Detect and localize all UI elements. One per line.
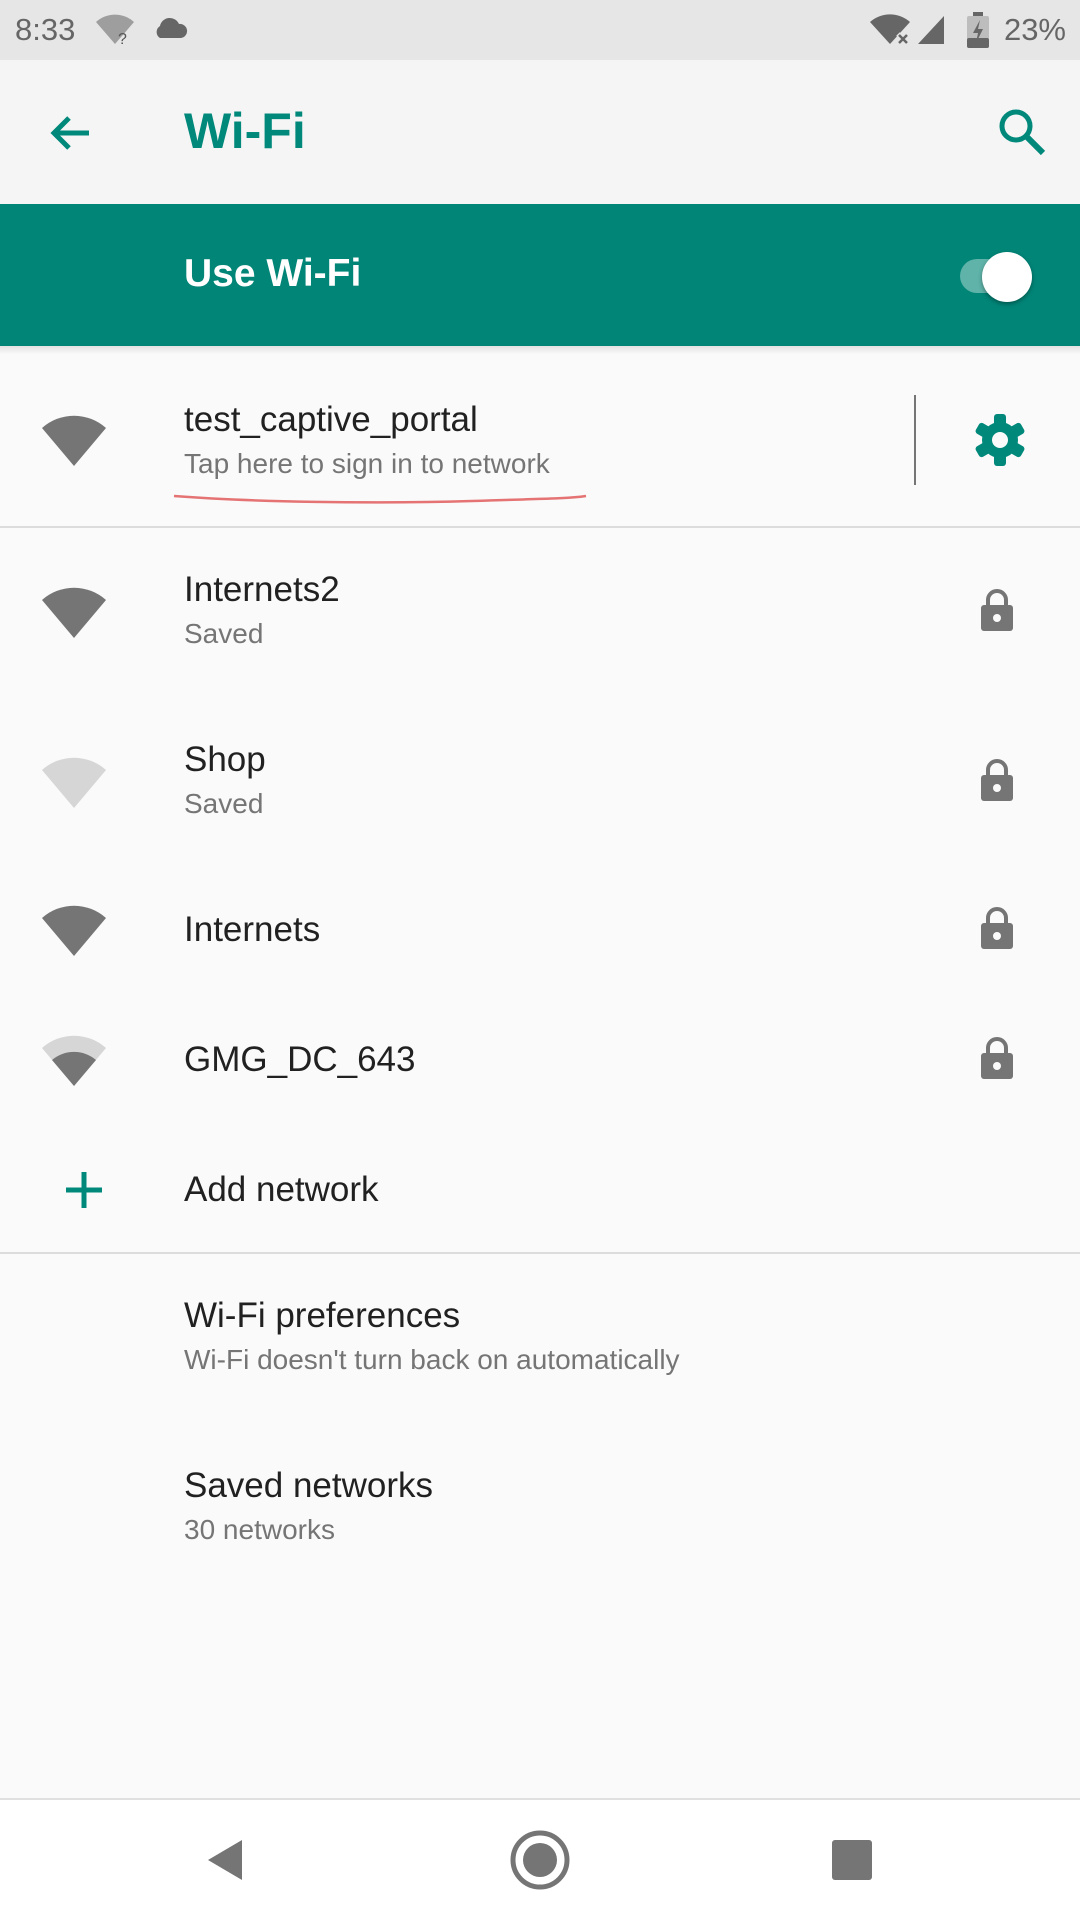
network-name: Shop <box>184 740 266 779</box>
cloud-icon <box>156 17 188 38</box>
switch-bar-shadow <box>0 346 1080 354</box>
nav-home-icon <box>510 1830 570 1890</box>
wifi-signal-weak-icon <box>42 757 106 808</box>
network-name: GMG_DC_643 <box>184 1040 416 1079</box>
use-wifi-label: Use Wi-Fi <box>184 252 362 295</box>
add-network-row[interactable]: Add network <box>0 1120 1080 1250</box>
plus-icon <box>66 1172 102 1208</box>
cell-signal-icon <box>918 16 944 44</box>
lock-icon <box>981 759 1013 801</box>
nav-back-button[interactable] <box>186 1820 266 1900</box>
arrow-back-icon <box>50 116 89 150</box>
navigation-bar <box>0 1798 1080 1920</box>
wifi-preferences-title: Wi-Fi preferences <box>184 1296 461 1335</box>
nav-recents-icon <box>832 1840 872 1880</box>
wifi-signal-full-icon <box>42 415 106 466</box>
wifi-preferences-summary: Wi-Fi doesn't turn back on automatically <box>184 1344 680 1375</box>
saved-networks-title: Saved networks <box>184 1466 434 1505</box>
search-icon <box>999 109 1046 156</box>
status-bar: 8:33 ? 23% <box>0 0 1080 60</box>
nav-back-icon <box>208 1840 242 1880</box>
app-bar: Wi-Fi <box>0 60 1080 204</box>
search-button[interactable] <box>990 100 1054 164</box>
wifi-signal-full-icon <box>42 587 106 638</box>
svg-text:?: ? <box>118 31 127 46</box>
saved-networks-row[interactable]: Saved networks 30 networks <box>0 1426 1080 1596</box>
section-divider <box>0 1252 1080 1254</box>
saved-networks-summary: 30 networks <box>184 1514 335 1545</box>
network-summary: Saved <box>184 618 264 649</box>
network-row[interactable]: Internets2 Saved <box>0 530 1080 700</box>
network-name: Internets2 <box>184 570 340 609</box>
wifi-signal-medium-icon <box>42 1035 106 1086</box>
network-summary: Saved <box>184 788 264 819</box>
network-name: test_captive_portal <box>184 400 478 439</box>
use-wifi-switch-bar[interactable]: Use Wi-Fi <box>0 204 1080 346</box>
network-row[interactable]: Internets <box>0 870 1080 990</box>
battery-percent: 23% <box>1003 12 1066 47</box>
lock-icon <box>981 907 1013 949</box>
gear-icon <box>975 414 1025 466</box>
network-row[interactable]: GMG_DC_643 <box>0 990 1080 1120</box>
wifi-unknown-icon: ? <box>96 14 134 46</box>
wifi-no-internet-icon <box>870 14 910 46</box>
network-name: Internets <box>184 910 321 949</box>
battery-charging-icon <box>967 12 989 48</box>
status-time: 8:33 <box>15 12 76 47</box>
network-summary: Tap here to sign in to network <box>184 448 550 479</box>
add-network-label: Add network <box>184 1170 379 1209</box>
lock-icon <box>981 1037 1013 1079</box>
page-title: Wi-Fi <box>184 103 306 159</box>
toggle-thumb[interactable] <box>982 252 1032 302</box>
annotation-underline <box>173 494 587 504</box>
vertical-divider <box>914 395 916 485</box>
nav-home-button[interactable] <box>500 1820 580 1900</box>
nav-recents-button[interactable] <box>812 1820 892 1900</box>
network-settings-button[interactable] <box>940 404 1060 476</box>
wifi-preferences-row[interactable]: Wi-Fi preferences Wi-Fi doesn't turn bac… <box>0 1256 1080 1426</box>
lock-icon <box>981 589 1013 631</box>
network-row[interactable]: Shop Saved <box>0 700 1080 870</box>
back-button[interactable] <box>40 102 102 164</box>
wifi-signal-full-icon <box>42 905 106 956</box>
section-divider <box>0 526 1080 528</box>
